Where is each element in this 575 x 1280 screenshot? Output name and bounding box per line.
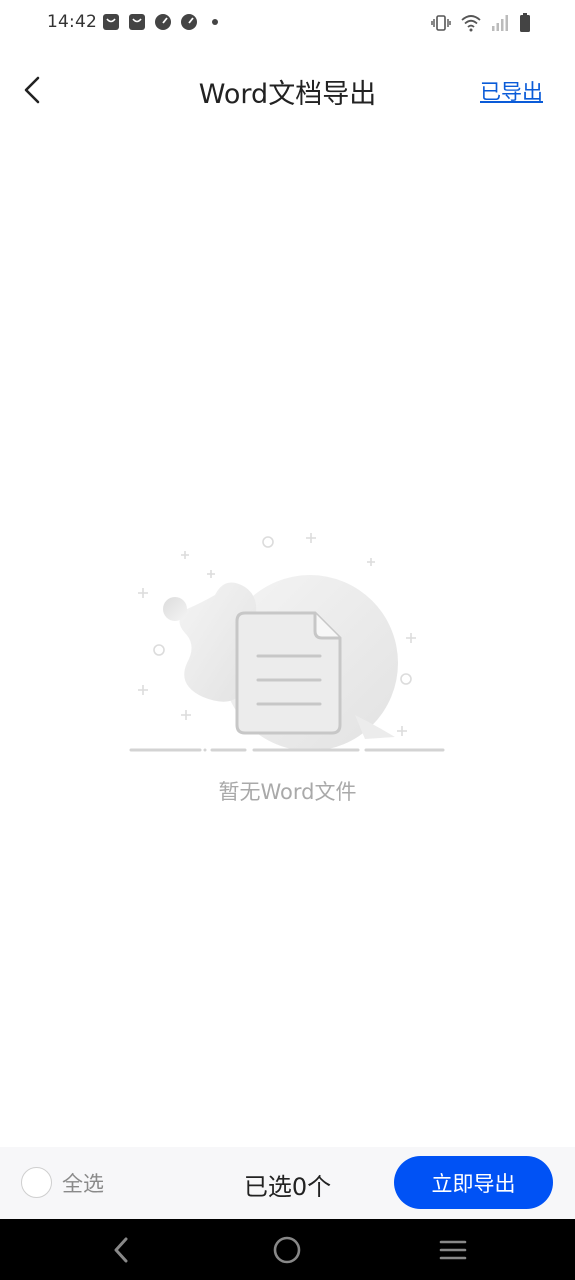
home-circle-icon: [273, 1236, 301, 1264]
wifi-icon: [461, 15, 481, 32]
header: Word文档导出 已导出: [0, 52, 575, 128]
empty-state-message: 暂无Word文件: [218, 780, 357, 804]
battery-icon: [520, 13, 530, 32]
signal-icon: [492, 15, 508, 31]
exported-link[interactable]: 已导出: [480, 76, 543, 106]
system-navigation-bar: [0, 1219, 575, 1280]
back-triangle-icon: [114, 1237, 128, 1263]
action-bar: 全选 已选0个 立即导出: [0, 1147, 575, 1219]
system-icons: [431, 13, 531, 33]
speedometer-icon: [181, 14, 197, 30]
status-time: 14:42: [47, 12, 97, 32]
menu-lines-icon: [439, 1240, 467, 1260]
nav-menu-button[interactable]: [436, 1233, 470, 1267]
bag-icon: [129, 14, 145, 30]
nav-home-button[interactable]: [270, 1233, 304, 1267]
speedometer-icon: [155, 14, 171, 30]
dot-icon: [212, 19, 218, 25]
vibrate-icon: [431, 15, 451, 31]
bag-icon: [103, 14, 119, 30]
notification-icons: [102, 13, 218, 31]
empty-state-illustration: [129, 533, 445, 752]
status-bar: 14:42: [0, 0, 575, 48]
screen: 14:42 Word文档导出 已导出 暂无Word文件 全选 已选0个 立即导出: [0, 0, 575, 1280]
export-now-button[interactable]: 立即导出: [394, 1156, 553, 1209]
nav-back-button[interactable]: [104, 1233, 138, 1267]
